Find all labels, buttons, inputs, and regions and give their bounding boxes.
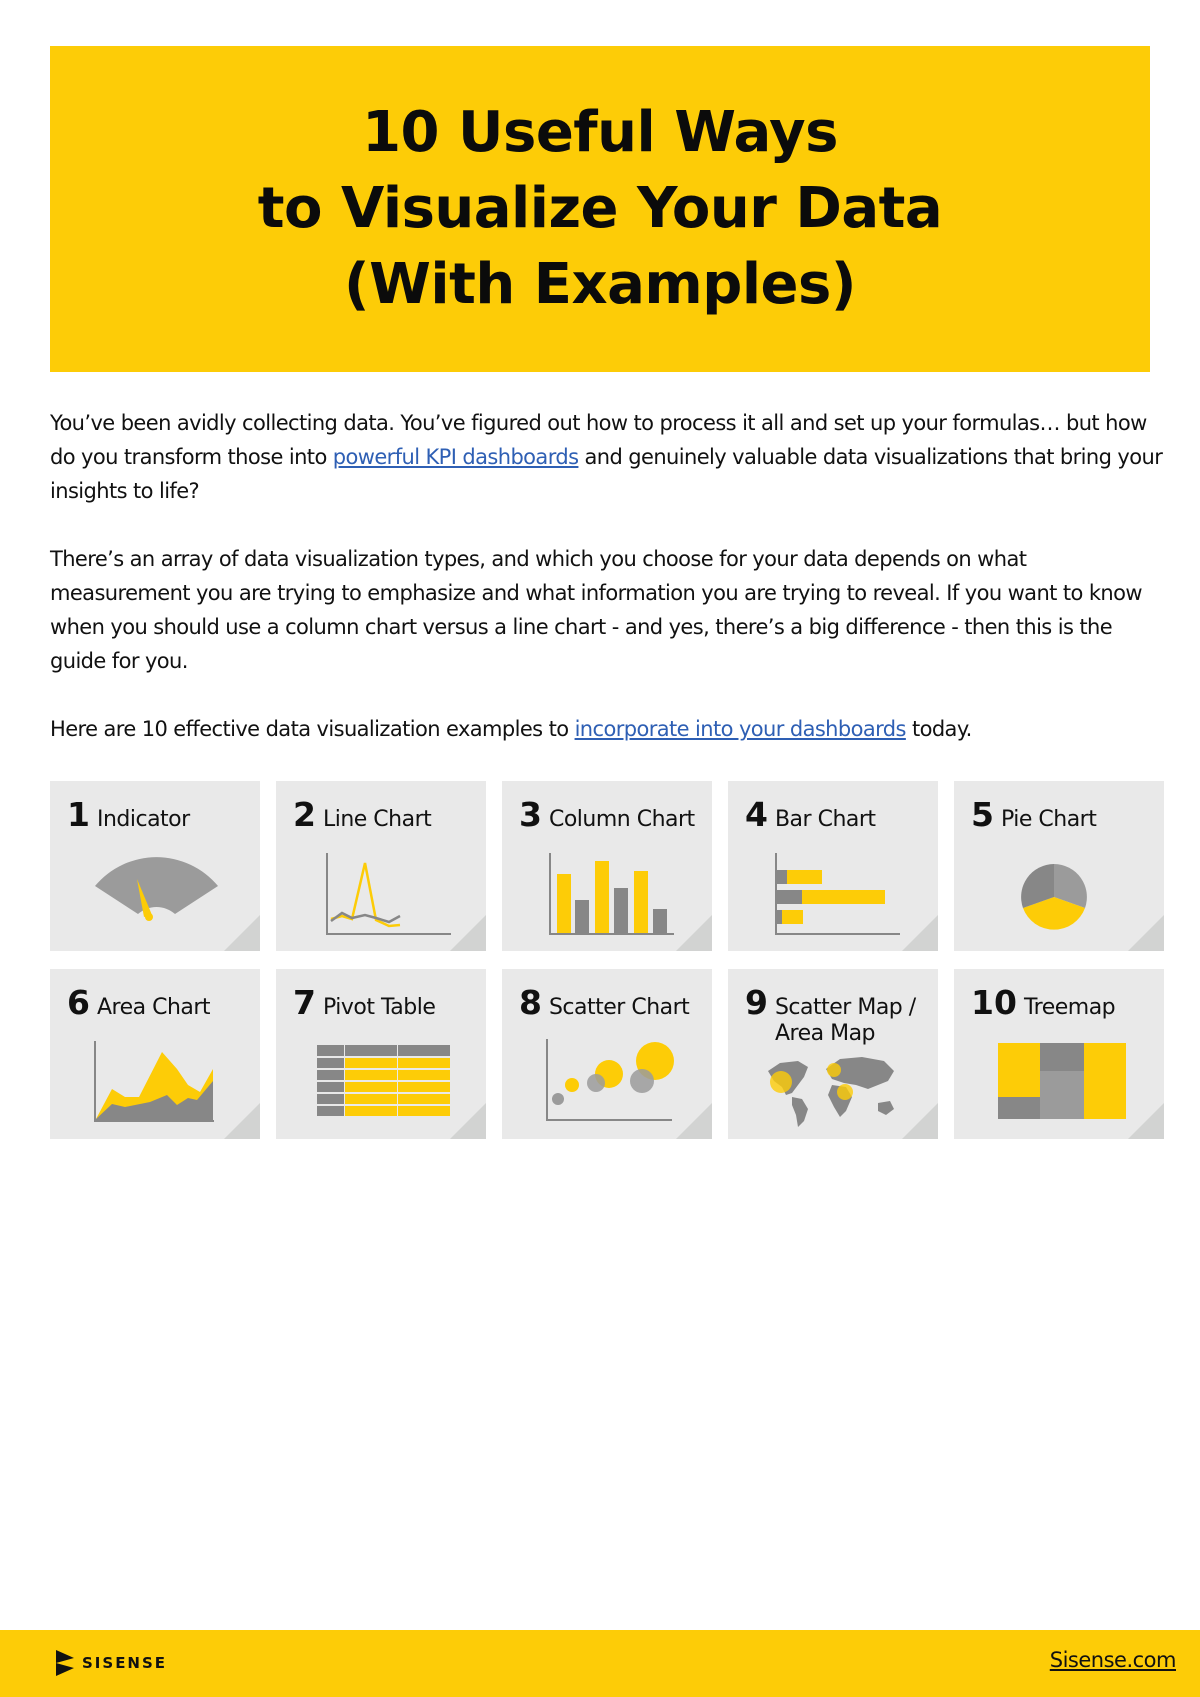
- card-scatter-map[interactable]: 9 Scatter Map / Area Map: [728, 969, 938, 1139]
- card-label: Area Chart: [96, 995, 211, 1020]
- intro-p3-text-b: today.: [905, 717, 972, 741]
- card-number: 2: [293, 795, 316, 834]
- intro-paragraph-3: Here are 10 effective data visualization…: [50, 712, 1170, 746]
- card-corner: [450, 1103, 486, 1139]
- card-number: 5: [971, 795, 994, 834]
- card-treemap[interactable]: 10 Treemap: [954, 969, 1164, 1139]
- card-corner: [676, 915, 712, 951]
- card-corner: [450, 915, 486, 951]
- intro-paragraph-2: There’s an array of data visualization t…: [50, 547, 1143, 673]
- footer-bar: SISENSE Sisense.com: [0, 1630, 1200, 1697]
- card-column-chart[interactable]: 3 Column Chart: [502, 781, 712, 951]
- card-label: Treemap: [1023, 995, 1116, 1020]
- card-scatter-chart[interactable]: 8 Scatter Chart: [502, 969, 712, 1139]
- card-number: 6: [67, 983, 90, 1022]
- card-label: Pie Chart: [1000, 807, 1097, 832]
- title-line-3: (With Examples): [344, 252, 856, 317]
- visualization-grid: 1Indicator 2Line Chart 3Column Chart: [50, 781, 1164, 1139]
- sisense-logo[interactable]: SISENSE: [56, 1650, 167, 1676]
- card-corner: [224, 1103, 260, 1139]
- card-number: 9: [745, 983, 768, 1022]
- card-number: 7: [293, 983, 316, 1022]
- title-line-1: 10 Useful Ways: [362, 100, 838, 165]
- card-corner: [902, 1103, 938, 1139]
- card-number: 1: [67, 795, 90, 834]
- card-corner: [1128, 1103, 1164, 1139]
- card-label: Scatter Map / Area Map: [774, 995, 916, 1046]
- card-line-chart[interactable]: 2 Line Chart: [276, 781, 486, 951]
- card-bar-chart[interactable]: 4 Bar Chart: [728, 781, 938, 951]
- header-banner: 10 Useful Ways to Visualize Your Data (W…: [50, 46, 1150, 372]
- card-label: Line Chart: [322, 807, 432, 832]
- card-corner: [1128, 915, 1164, 951]
- sisense-logo-icon: [56, 1650, 74, 1676]
- card-number: 10: [971, 983, 1017, 1022]
- intro-p3-text-a: Here are 10 effective data visualization…: [50, 717, 575, 741]
- sisense-site-link[interactable]: Sisense.com: [1050, 1648, 1177, 1672]
- card-pivot-table[interactable]: 7 Pivot Table: [276, 969, 486, 1139]
- intro-text: You’ve been avidly collecting data. You’…: [50, 406, 1170, 780]
- intro-paragraph-1: You’ve been avidly collecting data. You’…: [50, 406, 1170, 508]
- kpi-dashboards-link[interactable]: powerful KPI dashboards: [333, 445, 579, 469]
- card-pie-chart[interactable]: 5 Pie Chart: [954, 781, 1164, 951]
- page-title: 10 Useful Ways to Visualize Your Data (W…: [257, 95, 943, 323]
- card-number: 8: [519, 983, 542, 1022]
- card-label: Indicator: [96, 807, 190, 832]
- card-number: 3: [519, 795, 542, 834]
- card-number: 4: [745, 795, 768, 834]
- title-line-2: to Visualize Your Data: [257, 176, 943, 241]
- card-label: Bar Chart: [774, 807, 876, 832]
- card-corner: [676, 1103, 712, 1139]
- logo-text: SISENSE: [82, 1654, 168, 1672]
- card-label: Pivot Table: [322, 995, 436, 1020]
- card-indicator[interactable]: 1 Indicator: [50, 781, 260, 951]
- card-area-chart[interactable]: 6 Area Chart: [50, 969, 260, 1139]
- card-corner: [902, 915, 938, 951]
- incorporate-dashboards-link[interactable]: incorporate into your dashboards: [575, 717, 907, 741]
- card-corner: [224, 915, 260, 951]
- card-label: Column Chart: [548, 807, 695, 832]
- card-label: Scatter Chart: [548, 995, 690, 1020]
